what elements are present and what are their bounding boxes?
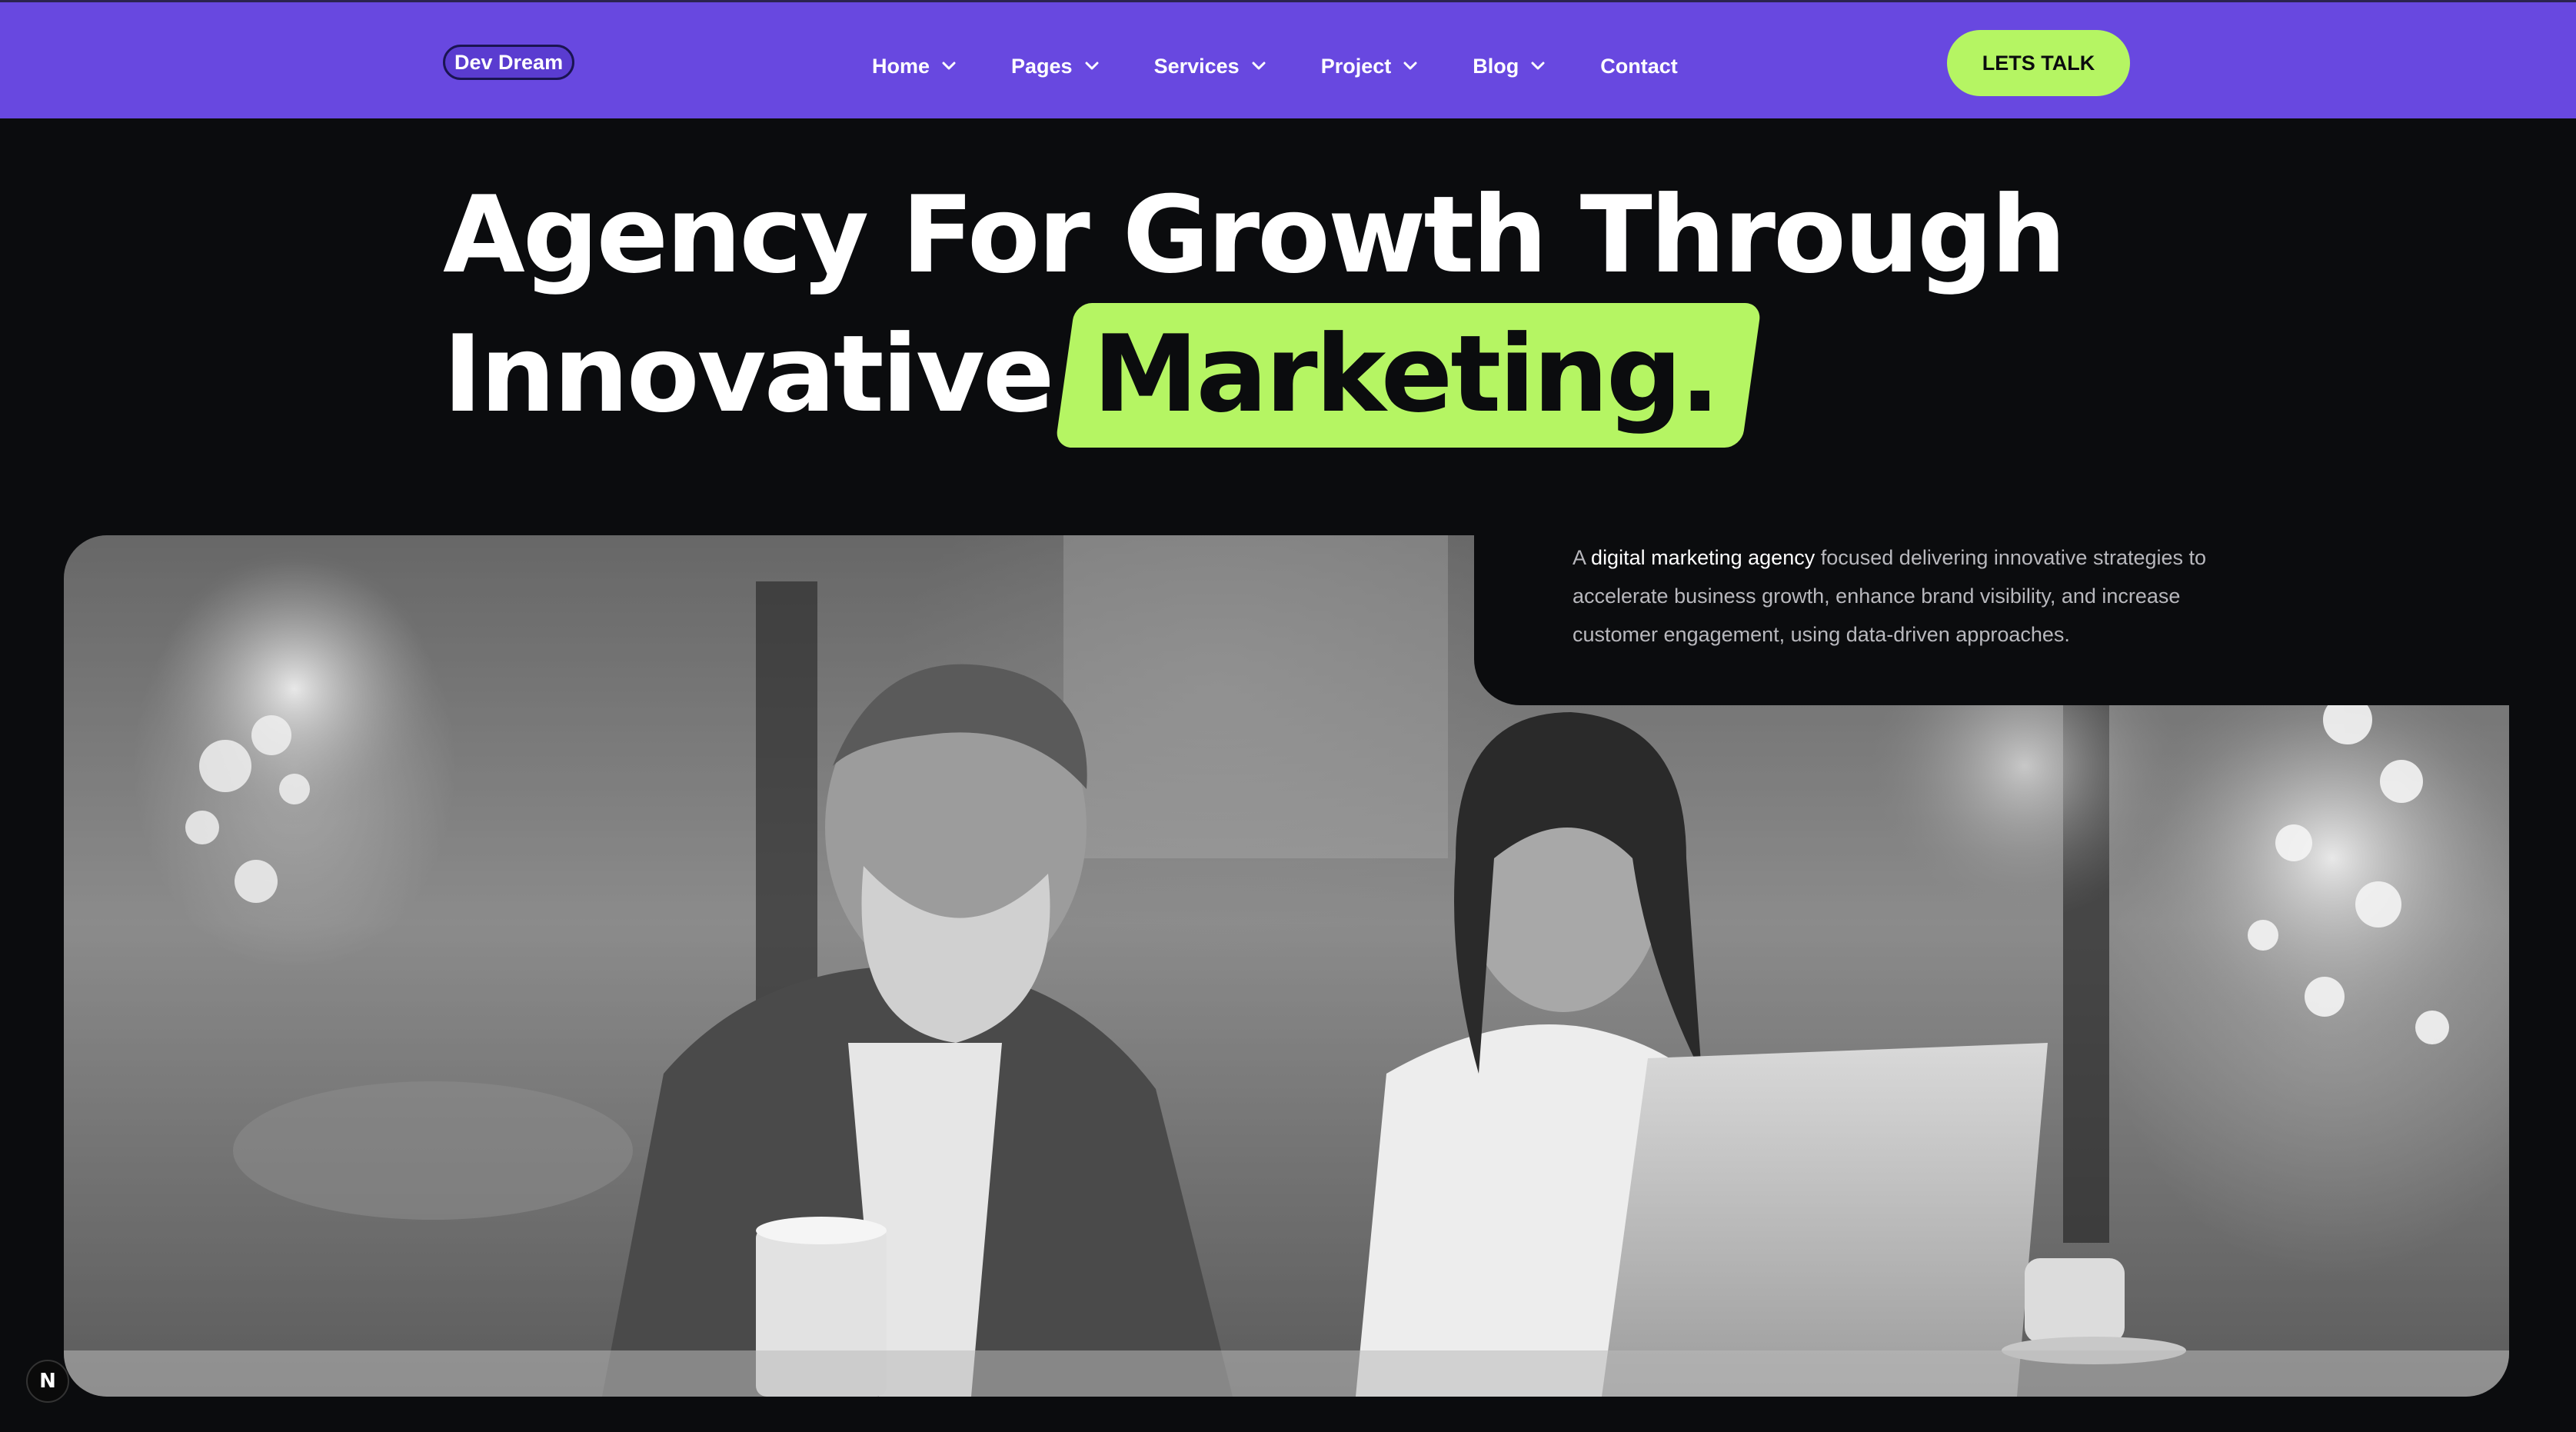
hero-description-prefix: A — [1573, 546, 1586, 569]
chevron-down-icon — [940, 58, 957, 75]
nav-item-label: Services — [1153, 54, 1240, 78]
hero-title-plain: Innovative — [443, 312, 1055, 436]
nav-item-label: Project — [1320, 54, 1392, 78]
chevron-down-icon — [1529, 58, 1546, 75]
nav-item-home[interactable]: Home — [872, 55, 957, 78]
nav-item-project[interactable]: Project — [1321, 55, 1419, 78]
nav-item-label: Pages — [1011, 54, 1073, 78]
top-navbar: Dev Dream Home Pages Services Project Bl… — [0, 0, 2576, 118]
nextjs-badge-text: N — [39, 1370, 56, 1393]
chevron-down-icon — [1402, 58, 1419, 75]
hero-title-highlight: Marketing. — [1054, 303, 1762, 448]
hero-description: A digital marketing agency focused deliv… — [1573, 538, 2265, 654]
hero-description-strong: digital marketing agency — [1591, 546, 1816, 569]
main-nav: Home Pages Services Project Blog Contact — [872, 47, 1678, 85]
hero-title: Agency For Growth Through Innovative Mark… — [443, 168, 2066, 448]
nav-item-pages[interactable]: Pages — [1011, 55, 1100, 78]
hero-title-line-2: Innovative Marketing. — [443, 303, 2064, 448]
chevron-down-icon — [1250, 58, 1267, 75]
nav-item-services[interactable]: Services — [1154, 55, 1267, 78]
chevron-down-icon — [1083, 58, 1100, 75]
lets-talk-button[interactable]: LETS TALK — [1947, 30, 2130, 96]
nav-item-label: Blog — [1473, 54, 1519, 78]
hero-title-highlight-text: Marketing. — [1092, 312, 1718, 436]
nav-item-label: Home — [872, 54, 930, 78]
nav-item-contact[interactable]: Contact — [1600, 55, 1678, 78]
nextjs-dev-badge[interactable]: N — [26, 1360, 69, 1403]
nav-item-label: Contact — [1600, 54, 1678, 78]
nav-item-blog[interactable]: Blog — [1473, 55, 1546, 78]
brand-logo[interactable]: Dev Dream — [443, 45, 575, 80]
brand-logo-text: Dev Dream — [454, 50, 564, 74]
hero-title-line-1: Agency For Growth Through — [443, 173, 2066, 297]
